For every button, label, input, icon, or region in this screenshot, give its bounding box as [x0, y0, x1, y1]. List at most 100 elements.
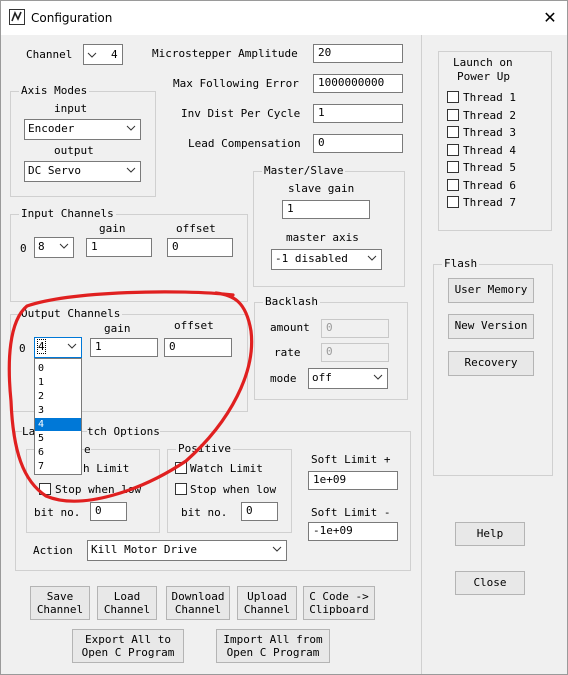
neg-stop-checkbox[interactable] — [39, 483, 51, 495]
soft-limit-neg-label: Soft Limit - — [311, 506, 391, 519]
thread-checkbox[interactable] — [447, 126, 459, 138]
master-axis-select[interactable]: -1 disabled — [271, 249, 382, 270]
backlash-title: Backlash — [263, 295, 320, 308]
output-gain-input[interactable]: 1 — [90, 338, 158, 357]
following-error-label: Max Following Error — [173, 77, 299, 90]
lead-compensation-label: Lead Compensation — [188, 137, 301, 150]
load-channel-button[interactable]: Load Channel — [97, 586, 157, 620]
thread-checkbox[interactable] — [447, 178, 459, 191]
upload-channel-button[interactable]: Upload Channel — [237, 586, 297, 620]
action-label: Action — [33, 544, 73, 557]
action-select[interactable]: Kill Motor Drive — [87, 540, 287, 561]
thread-label: Thread 7 — [463, 196, 516, 209]
inv-dist-input[interactable]: 1 — [313, 104, 403, 123]
backlash-mode-select[interactable]: off — [308, 368, 388, 389]
dropdown-option[interactable]: 1 — [35, 376, 81, 389]
output-label: output — [54, 144, 94, 157]
slave-gain-label: slave gain — [288, 182, 355, 195]
title-bar: Configuration ✕ — [1, 1, 567, 35]
dropdown-option[interactable]: 0 — [35, 362, 81, 375]
configuration-window: Configuration ✕ Channel 4 Axis Modes inp… — [0, 0, 568, 675]
new-version-button[interactable]: New Version — [448, 314, 534, 339]
thread-checkbox[interactable] — [447, 108, 459, 121]
input-channel-select[interactable]: 8 — [34, 237, 74, 258]
output-offset-label: offset — [174, 319, 214, 332]
import-all-button[interactable]: Import All from Open C Program — [216, 629, 330, 663]
backlash-rate-label: rate — [274, 346, 301, 359]
channel-select[interactable]: 4 — [83, 44, 123, 65]
amplitude-input[interactable]: 20 — [313, 44, 403, 63]
slave-gain-input[interactable]: 1 — [282, 200, 370, 219]
axis-modes-title: Axis Modes — [19, 84, 90, 97]
dropdown-option[interactable]: 3 — [35, 404, 81, 417]
input-label: input — [54, 102, 88, 115]
c-code-clipboard-button[interactable]: C Code -> Clipboard — [303, 586, 375, 620]
dropdown-option[interactable]: 5 — [35, 432, 81, 445]
output-index-label: 0 — [19, 342, 26, 355]
limit-title-end: tch Options — [87, 425, 160, 438]
help-button[interactable]: Help — [455, 522, 525, 546]
neg-stop-label: Stop when low — [55, 483, 142, 496]
chevron-down-icon — [87, 52, 97, 58]
chevron-down-icon — [59, 243, 69, 249]
backlash-rate-input[interactable]: 0 — [321, 343, 389, 362]
channel-value: 4 — [111, 48, 118, 61]
window-title: Configuration — [31, 11, 113, 25]
chevron-down-icon — [126, 125, 136, 131]
thread-checkbox[interactable] — [447, 91, 459, 103]
close-icon[interactable]: ✕ — [537, 5, 563, 31]
dropdown-option[interactable]: 7 — [35, 460, 81, 473]
pos-watch-checkbox[interactable] — [175, 462, 187, 474]
negative-title-end: e — [84, 443, 91, 456]
pos-bit-label: bit no. — [181, 506, 228, 519]
thread-label: Thread 6 — [463, 178, 516, 192]
output-channels-title: Output Channels — [19, 307, 123, 320]
save-channel-button[interactable]: Save Channel — [30, 586, 90, 620]
thread-label: Thread 5 — [463, 161, 516, 174]
dropdown-option[interactable]: 2 — [35, 390, 81, 403]
dropdown-option[interactable]: 6 — [35, 446, 81, 459]
pos-stop-checkbox[interactable] — [175, 483, 187, 495]
download-channel-button[interactable]: Download Channel — [166, 586, 230, 620]
master-axis-value: -1 disabled — [275, 252, 348, 265]
recovery-button[interactable]: Recovery — [448, 351, 534, 376]
backlash-mode-label: mode — [270, 372, 297, 385]
output-gain-label: gain — [104, 322, 131, 335]
close-button[interactable]: Close — [455, 571, 525, 595]
chevron-down-icon — [367, 255, 377, 261]
backlash-mode-value: off — [312, 371, 332, 384]
pos-bit-input[interactable]: 0 — [241, 502, 278, 521]
export-all-button[interactable]: Export All to Open C Program — [72, 629, 184, 663]
thread-checkbox[interactable] — [447, 161, 459, 173]
thread-label: Thread 1 — [463, 91, 516, 104]
thread-checkbox[interactable] — [447, 196, 459, 208]
channel-label: Channel — [26, 48, 73, 61]
app-icon — [9, 9, 25, 25]
input-offset-label: offset — [176, 222, 216, 235]
lead-compensation-input[interactable]: 0 — [313, 134, 403, 153]
neg-watch-label-end: h Limit — [83, 462, 130, 475]
backlash-amount-label: amount — [270, 321, 310, 334]
input-channel-value: 8 — [38, 240, 45, 253]
neg-bit-input[interactable]: 0 — [90, 502, 127, 521]
launch-title-line2: Power Up — [457, 70, 510, 83]
dropdown-option[interactable]: 4 — [35, 418, 81, 431]
output-mode-select[interactable]: DC Servo — [24, 161, 141, 182]
backlash-amount-input[interactable]: 0 — [321, 319, 389, 338]
soft-limit-neg-input[interactable]: -1e+09 — [308, 522, 398, 541]
thread-label: Thread 3 — [463, 126, 516, 139]
output-offset-input[interactable]: 0 — [164, 338, 232, 357]
flash-title: Flash — [442, 257, 480, 270]
user-memory-button[interactable]: User Memory — [448, 278, 534, 303]
input-gain-input[interactable]: 1 — [86, 238, 152, 257]
input-mode-select[interactable]: Encoder — [24, 119, 141, 140]
input-offset-input[interactable]: 0 — [167, 238, 233, 257]
output-mode-value: DC Servo — [28, 164, 81, 177]
soft-limit-pos-input[interactable]: 1e+09 — [308, 471, 398, 490]
thread-checkbox[interactable] — [447, 143, 459, 156]
output-channel-dropdown-list: 01234567 — [34, 358, 82, 475]
chevron-down-icon — [272, 546, 282, 552]
input-mode-value: Encoder — [28, 122, 75, 135]
following-error-input[interactable]: 1000000000 — [313, 74, 403, 93]
output-channel-select[interactable]: 4 — [34, 337, 82, 358]
